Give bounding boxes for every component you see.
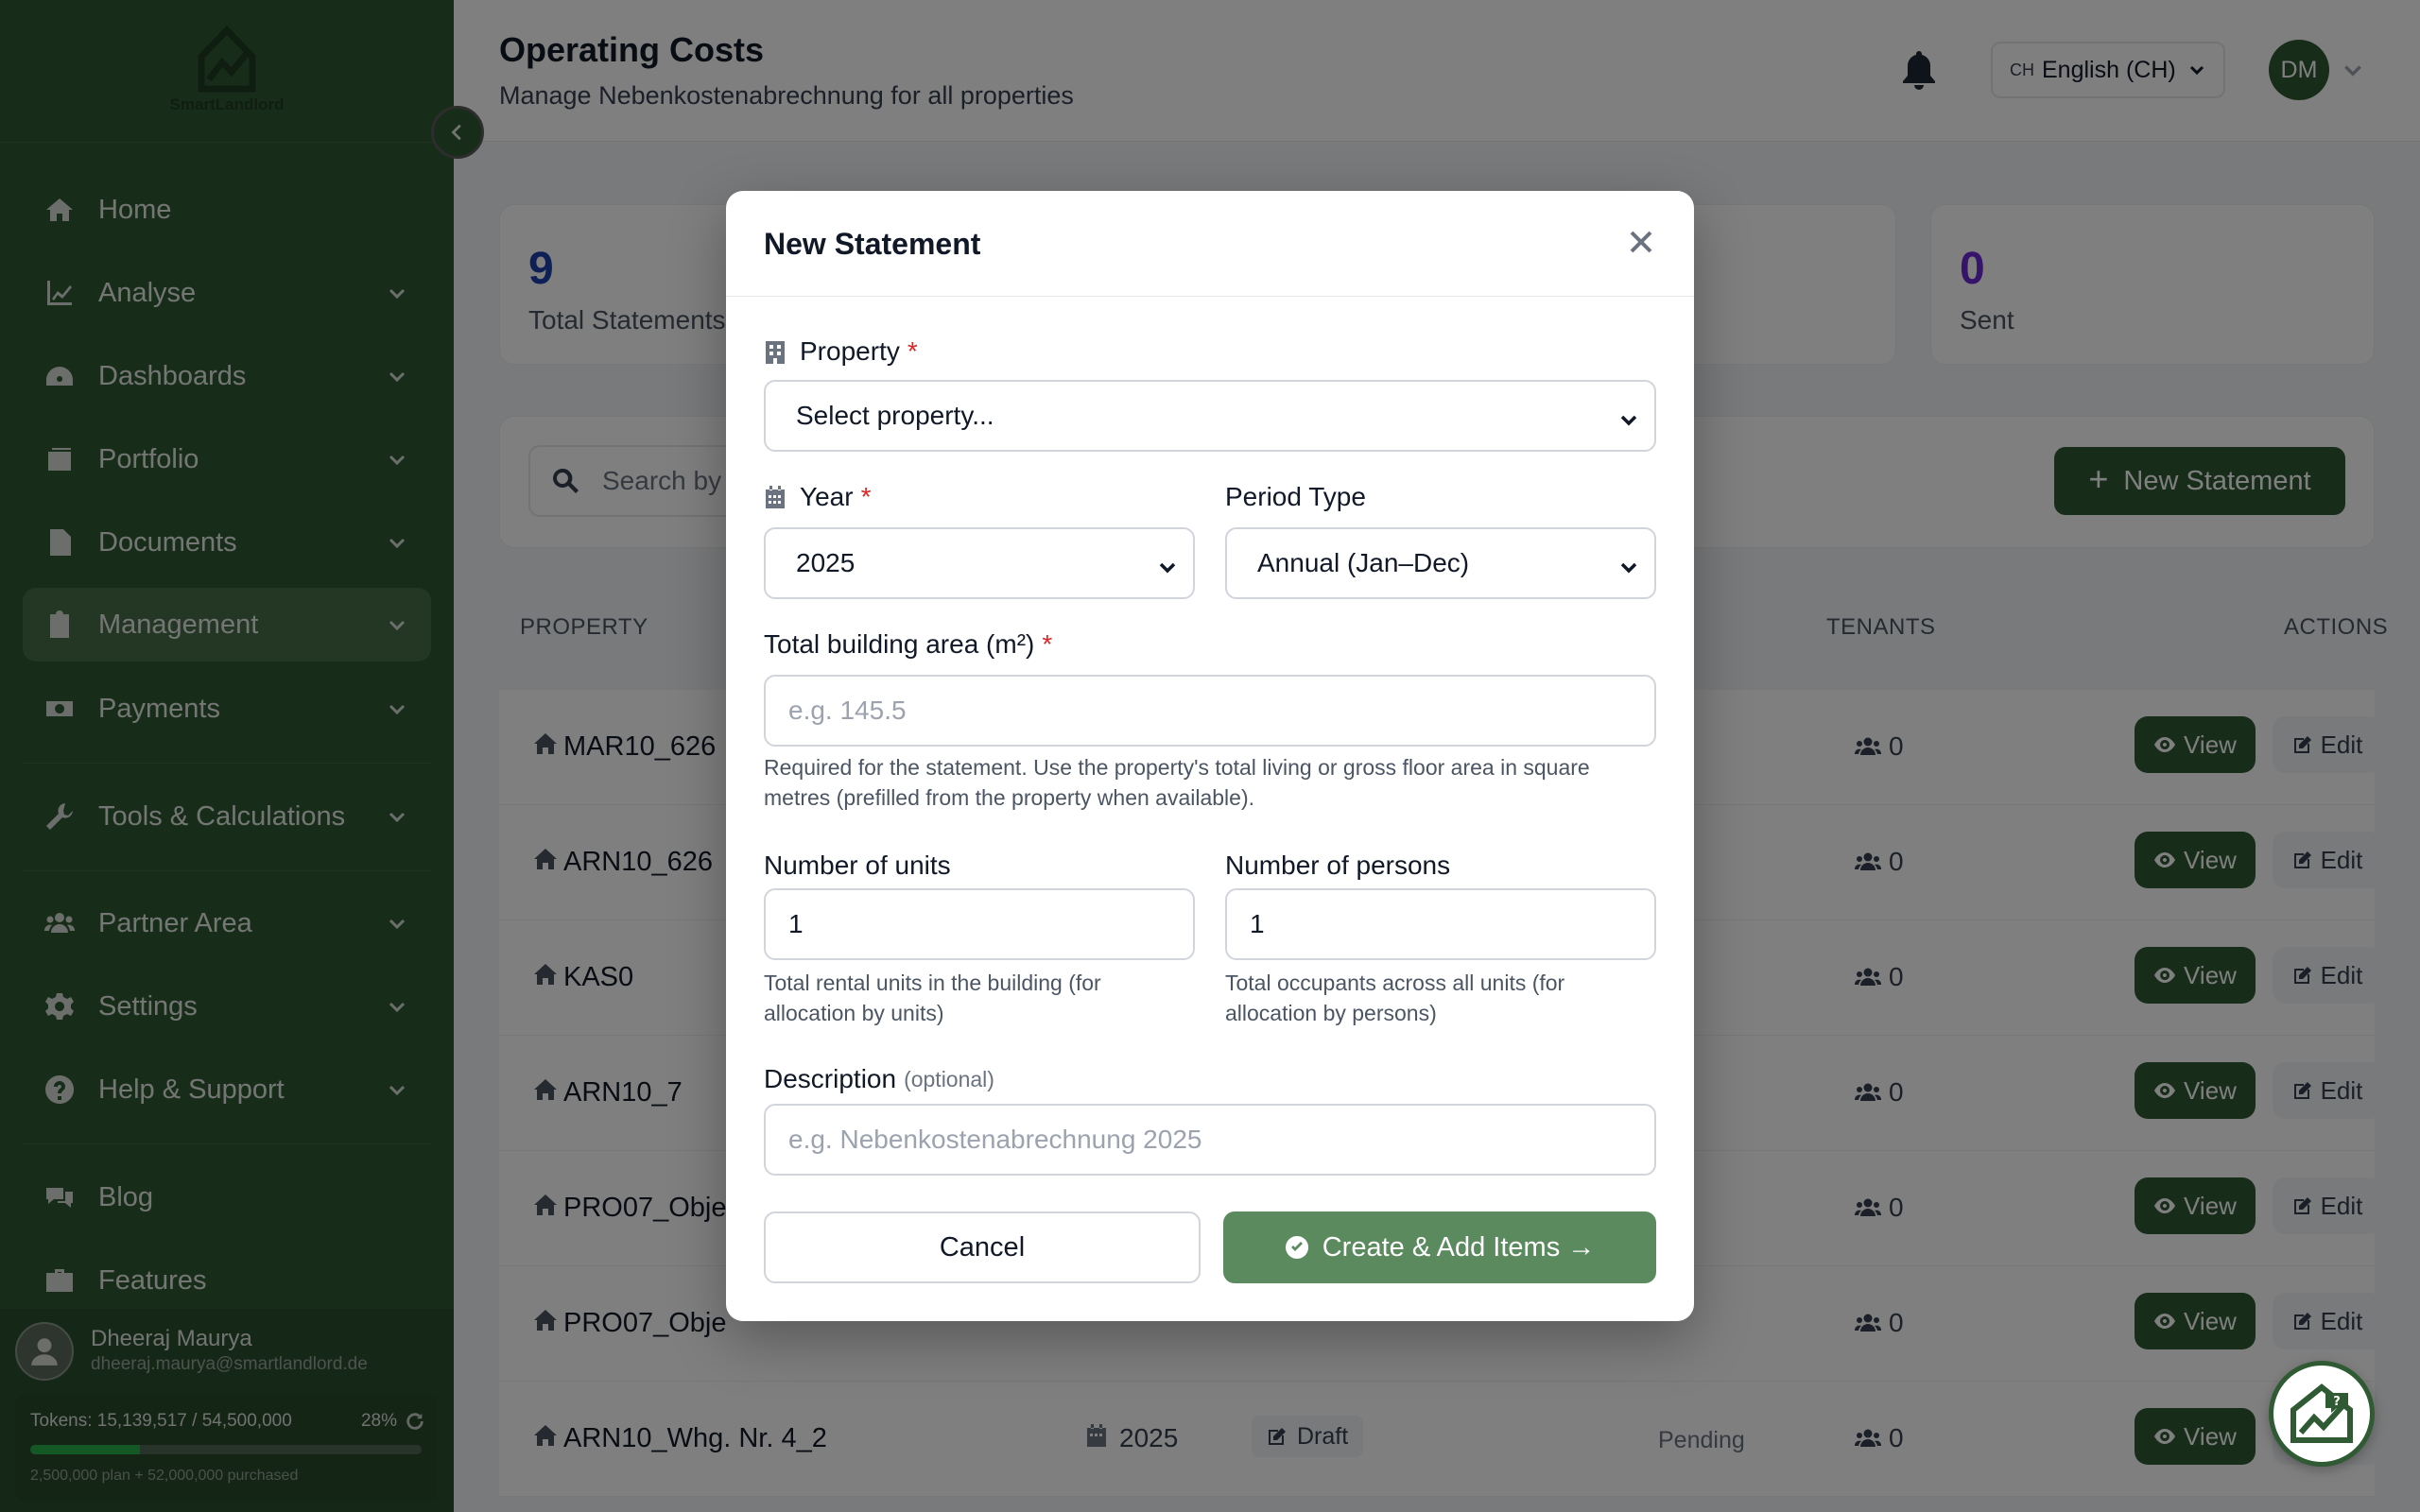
- period-type-select[interactable]: Annual (Jan–Dec): [1225, 527, 1656, 599]
- chat-assistant-button[interactable]: ?: [2269, 1361, 2375, 1467]
- description-label: Description (optional): [764, 1064, 994, 1094]
- area-label: Total building area (m²) *: [764, 629, 1052, 660]
- chat-assistant-icon: ?: [2290, 1383, 2353, 1443]
- period-type-select-value: Annual (Jan–Dec): [1257, 548, 1470, 577]
- close-icon: [1630, 231, 1652, 253]
- calendar-icon: [766, 486, 785, 508]
- year-select[interactable]: 2025: [764, 527, 1195, 599]
- new-statement-modal: New Statement Property * Select property…: [726, 191, 1694, 1321]
- close-button[interactable]: [1624, 225, 1658, 259]
- period-type-label: Period Type: [1225, 482, 1366, 512]
- units-label-text: Number of units: [764, 850, 951, 880]
- property-select-value: Select property...: [796, 401, 994, 430]
- description-input[interactable]: e.g. Nebenkostenabrechnung 2025: [764, 1104, 1656, 1176]
- persons-label-text: Number of persons: [1225, 850, 1451, 880]
- persons-input[interactable]: 1: [1225, 888, 1656, 960]
- persons-help-text: Total occupants across all units (for al…: [1225, 971, 1565, 1025]
- chevron-down-icon: [1618, 554, 1639, 575]
- svg-text:?: ?: [2333, 1395, 2341, 1409]
- area-placeholder: e.g. 145.5: [788, 696, 907, 725]
- property-select[interactable]: Select property...: [764, 380, 1656, 452]
- create-button-label: Create & Add Items →: [1322, 1231, 1596, 1263]
- area-input[interactable]: e.g. 145.5: [764, 675, 1656, 747]
- year-label: Year *: [764, 482, 871, 512]
- optional-mark: (optional): [904, 1066, 994, 1091]
- area-label-text: Total building area (m²): [764, 629, 1035, 659]
- required-mark: *: [860, 482, 872, 511]
- chevron-down-icon: [1157, 554, 1178, 575]
- chevron-down-icon: [1618, 406, 1639, 427]
- modal-title: New Statement: [764, 227, 981, 261]
- description-label-text: Description: [764, 1064, 897, 1093]
- units-value: 1: [788, 909, 804, 938]
- cancel-button[interactable]: Cancel: [764, 1211, 1201, 1283]
- year-label-text: Year: [800, 482, 854, 511]
- persons-value: 1: [1250, 909, 1265, 938]
- description-placeholder: e.g. Nebenkostenabrechnung 2025: [788, 1125, 1202, 1154]
- create-and-add-items-button[interactable]: Create & Add Items →: [1223, 1211, 1656, 1283]
- property-label: Property *: [764, 336, 918, 367]
- area-help-text: Required for the statement. Use the prop…: [764, 755, 1590, 810]
- modal-header: New Statement: [726, 191, 1694, 297]
- year-select-value: 2025: [796, 548, 856, 577]
- required-mark: *: [907, 336, 918, 366]
- units-label: Number of units: [764, 850, 951, 881]
- units-input[interactable]: 1: [764, 888, 1195, 960]
- persons-label: Number of persons: [1225, 850, 1450, 881]
- required-mark: *: [1042, 629, 1053, 659]
- building-icon: [766, 341, 785, 364]
- period-type-label-text: Period Type: [1225, 482, 1366, 511]
- units-help-text: Total rental units in the building (for …: [764, 971, 1101, 1025]
- property-label-text: Property: [800, 336, 900, 366]
- check-circle-icon: [1285, 1236, 1308, 1259]
